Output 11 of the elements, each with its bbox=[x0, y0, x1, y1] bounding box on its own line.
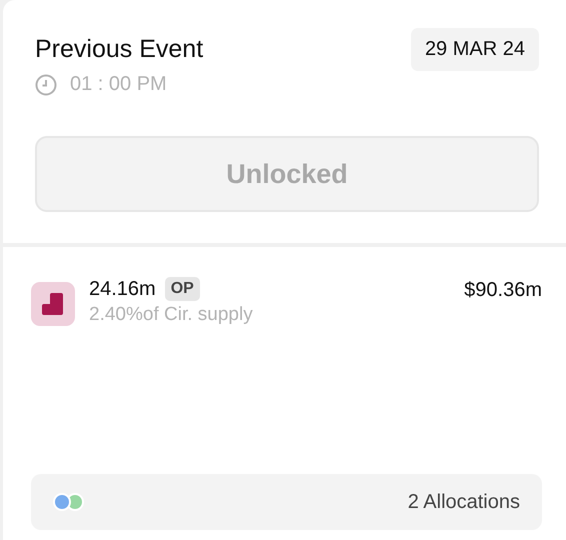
date-badge: 29 MAR 24 bbox=[410, 28, 539, 71]
event-time: 01 : 00 PM bbox=[70, 73, 167, 96]
allocations-count: 2 Allocations bbox=[408, 490, 520, 514]
token-amount: 24.16m bbox=[89, 278, 156, 300]
supply-share: 2.40%of Cir. supply bbox=[89, 304, 254, 326]
clock-icon bbox=[35, 74, 57, 96]
event-title: Previous Event bbox=[35, 35, 204, 64]
allocations-bar[interactable]: 2 Allocations bbox=[31, 474, 542, 530]
token-symbol: OP bbox=[164, 277, 200, 301]
token-value: $90.36m bbox=[464, 279, 542, 302]
token-icon bbox=[31, 282, 75, 326]
